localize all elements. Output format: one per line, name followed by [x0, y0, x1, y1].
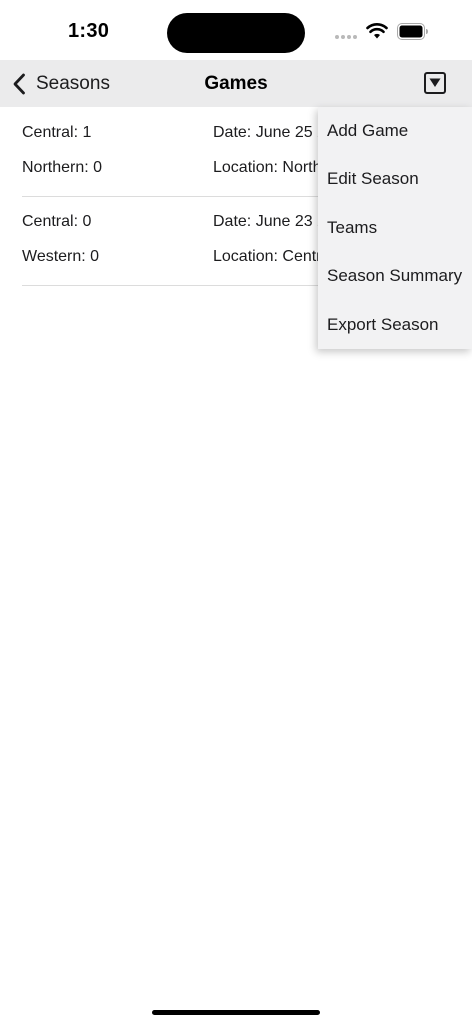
menu-item-add-game[interactable]: Add Game	[318, 107, 472, 155]
menu-item-teams[interactable]: Teams	[318, 204, 472, 252]
home-indicator[interactable]	[152, 1010, 320, 1015]
game-team-a-score: Central: 1	[22, 124, 92, 141]
game-date: Date: June 25 2	[213, 124, 326, 141]
status-time: 1:30	[68, 20, 110, 42]
game-location: Location: Centr	[213, 248, 322, 265]
navigation-bar: Seasons Games	[0, 60, 472, 107]
menu-item-season-summary[interactable]: Season Summary	[318, 252, 472, 300]
game-date: Date: June 23 2	[213, 213, 326, 230]
game-team-a-score: Central: 0	[22, 213, 92, 230]
cellular-signal-icon	[335, 35, 357, 39]
game-team-b-score: Northern: 0	[22, 159, 103, 176]
back-button-label: Seasons	[36, 72, 110, 94]
dropdown-toggle-icon[interactable]	[424, 72, 446, 94]
chevron-left-icon	[13, 73, 25, 94]
wifi-icon	[366, 23, 388, 39]
game-location: Location: North	[213, 159, 322, 176]
dynamic-island	[167, 13, 305, 53]
menu-item-export-season[interactable]: Export Season	[318, 301, 472, 349]
back-button[interactable]: Seasons	[12, 60, 110, 107]
menu-item-edit-season[interactable]: Edit Season	[318, 155, 472, 203]
dropdown-menu: Add Game Edit Season Teams Season Summar…	[318, 107, 472, 349]
triangle-down-icon	[429, 78, 441, 87]
game-team-b-score: Western: 0	[22, 248, 100, 265]
battery-icon	[397, 23, 428, 40]
status-bar: 1:30	[0, 0, 472, 60]
